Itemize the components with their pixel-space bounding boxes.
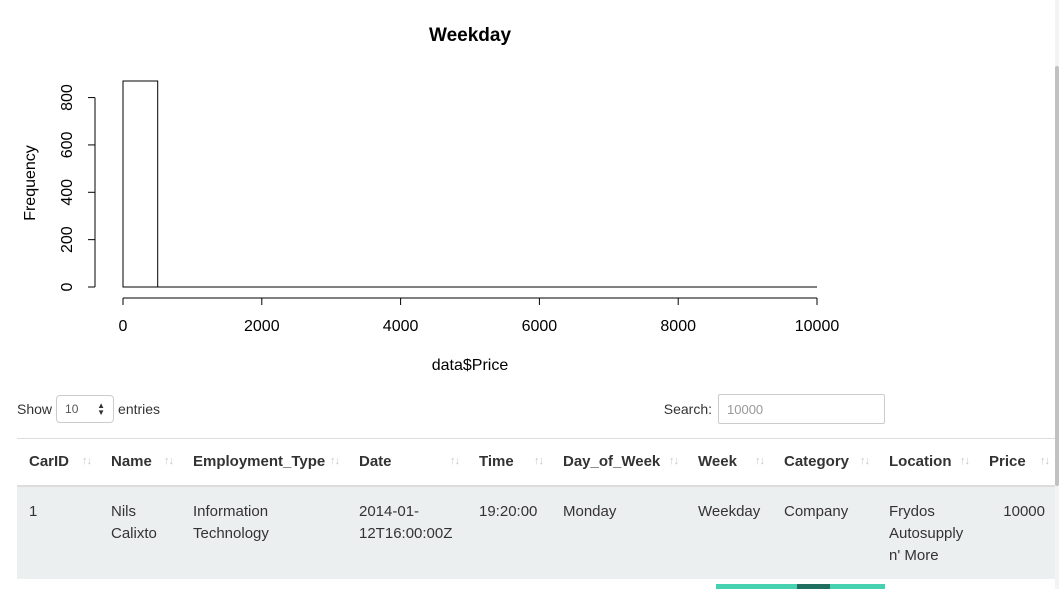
y-tick-label: 600 — [59, 131, 76, 158]
chart-xlabel: data$Price — [432, 357, 509, 374]
table-row[interactable]: 1 Nils Calixto Information Technology 2014-… — [17, 485, 1057, 579]
y-tick-label: 0 — [59, 282, 76, 291]
histogram-bar — [122, 80, 159, 288]
column-header-label: Price — [989, 453, 1026, 471]
x-tick-label: 4000 — [383, 318, 419, 335]
table-cell: 1 — [17, 485, 99, 579]
column-header[interactable]: Date ↑↓ — [347, 438, 467, 487]
sort-icon[interactable]: ↑↓ — [534, 455, 544, 467]
histogram-chart: Weekday Frequency data$Price 0 2000 4000 60… — [22, 25, 840, 374]
sort-icon[interactable]: ↑↓ — [330, 455, 340, 467]
y-tick-label: 800 — [59, 84, 76, 111]
show-label: Show — [17, 401, 53, 417]
x-tick-label: 0 — [119, 318, 128, 335]
table-cell: Frydos Autosupply n' More — [877, 485, 977, 579]
sort-icon[interactable]: ↑↓ — [82, 455, 92, 467]
x-tick-label: 8000 — [660, 318, 696, 335]
column-header-label: Week — [698, 453, 737, 471]
x-tick-label: 10000 — [795, 318, 840, 335]
sort-icon[interactable]: ↑↓ — [755, 455, 765, 467]
column-header[interactable]: Employment_Type ↑↓ — [181, 438, 347, 487]
column-header-label: Category — [784, 453, 850, 471]
table-header-row: CarID ↑↓ Name ↑↓ Employment_Type ↑↓ Date ↑↓ Time… — [17, 438, 1057, 487]
sort-icon[interactable]: ↑↓ — [1040, 455, 1050, 467]
table-cell: Weekday — [686, 485, 772, 579]
pagination-bar — [716, 584, 885, 589]
column-header[interactable]: Location ↑↓ — [877, 438, 977, 487]
pager-segment-active[interactable] — [797, 584, 830, 589]
column-header[interactable]: Time ↑↓ — [467, 438, 551, 487]
table-cell: 2014-01-12T16:00:00Z — [347, 485, 467, 579]
table-cell: 19:20:00 — [467, 485, 551, 579]
y-tick-label: 200 — [59, 226, 76, 253]
table-cell: Information Technology — [181, 485, 347, 579]
column-header[interactable]: Price ↑↓ — [977, 438, 1057, 487]
column-header[interactable]: Week ↑↓ — [686, 438, 772, 487]
table-cell: Company — [772, 485, 877, 579]
search-control: Search: — [664, 394, 885, 424]
table-body: 1 Nils Calixto Information Technology 2014-… — [17, 485, 1057, 579]
column-header-label: Name — [111, 453, 152, 471]
x-tick-label: 2000 — [244, 318, 280, 335]
entries-label: entries — [118, 401, 161, 417]
sort-icon[interactable]: ↑↓ — [450, 455, 460, 467]
column-header-label: Employment_Type — [193, 453, 326, 471]
chart-ylabel: Frequency — [22, 145, 39, 221]
column-header-label: Date — [359, 453, 392, 471]
column-header-label: Location — [889, 453, 952, 471]
scrollbar-thumb[interactable] — [1055, 66, 1059, 486]
column-header-label: Day_of_Week — [563, 453, 661, 471]
select-arrows-icon: ▲ ▼ — [97, 401, 106, 417]
sort-icon[interactable]: ↑↓ — [164, 455, 174, 467]
column-header[interactable]: Category ↑↓ — [772, 438, 877, 487]
pager-segment[interactable] — [716, 584, 797, 589]
table-controls: Show 10 ▲ ▼ entries Search: — [17, 394, 885, 424]
column-header-label: CarID — [29, 453, 70, 471]
search-label: Search: — [663, 401, 712, 417]
pager-segment[interactable] — [830, 584, 885, 589]
length-control: Show 10 ▲ ▼ entries — [17, 394, 160, 424]
y-tick-label: 400 — [59, 179, 76, 206]
data-table: CarID ↑↓ Name ↑↓ Employment_Type ↑↓ Date ↑↓ Time… — [17, 438, 1057, 579]
column-header[interactable]: Name ↑↓ — [99, 438, 181, 487]
table-cell: Monday — [551, 485, 686, 579]
table-cell: 10000 — [977, 485, 1057, 579]
sort-icon[interactable]: ↑↓ — [669, 455, 679, 467]
entries-select-value: 10 — [65, 402, 79, 416]
entries-select[interactable]: 10 ▲ ▼ — [56, 395, 115, 423]
sort-icon[interactable]: ↑↓ — [860, 455, 870, 467]
table-cell: Nils Calixto — [99, 485, 181, 579]
sort-icon[interactable]: ↑↓ — [960, 455, 970, 467]
chart-title: Weekday — [429, 25, 511, 46]
column-header-label: Time — [479, 453, 514, 471]
column-header[interactable]: CarID ↑↓ — [17, 438, 99, 487]
search-input[interactable] — [718, 394, 885, 424]
x-tick-label: 6000 — [522, 318, 558, 335]
chart-plot-area: 0 2000 4000 6000 8000 10000 0 200 400 600 800 — [59, 80, 840, 335]
column-header[interactable]: Day_of_Week ↑↓ — [551, 438, 686, 487]
